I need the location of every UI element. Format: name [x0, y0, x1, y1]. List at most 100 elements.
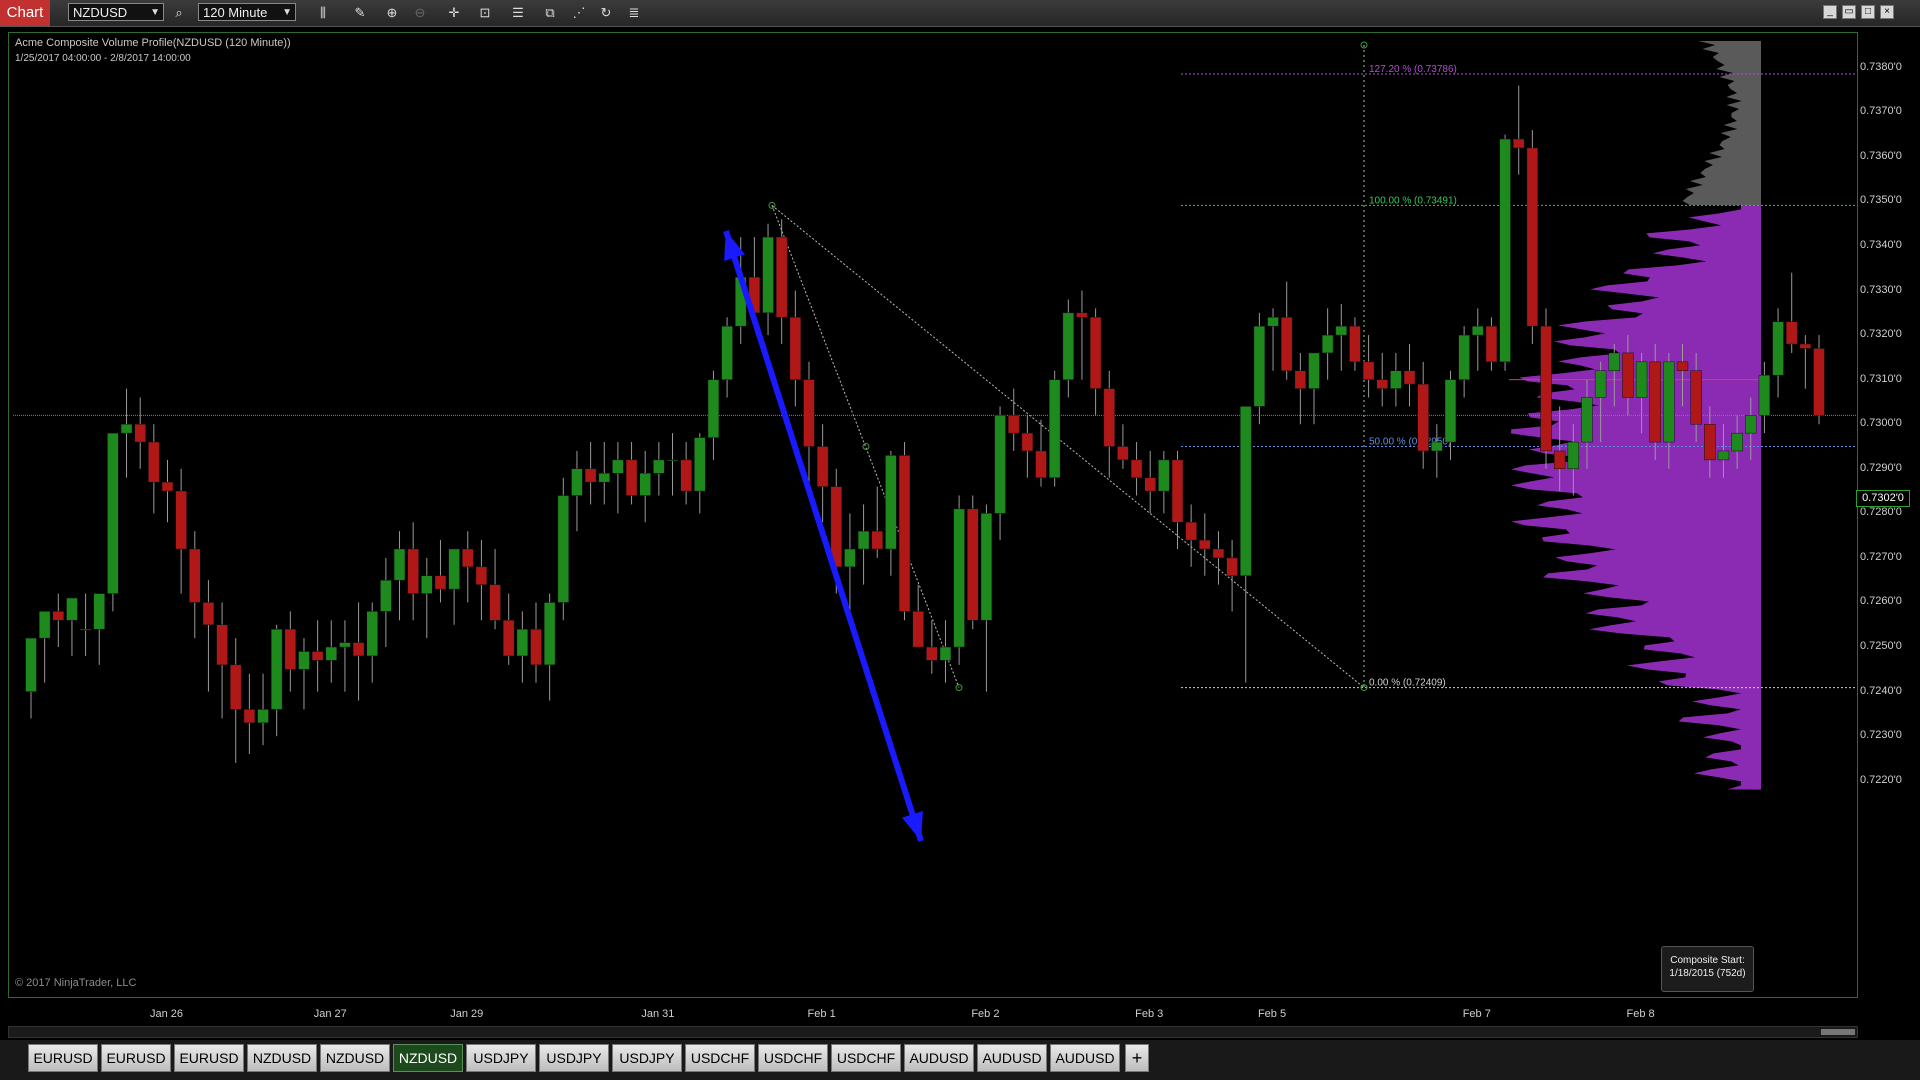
candle-up	[1717, 450, 1730, 461]
candle-up	[339, 642, 351, 648]
volume-profile	[1511, 205, 1761, 790]
instrument-tab[interactable]: EURUSD	[174, 1044, 244, 1072]
time-axis-label: Feb 7	[1462, 1008, 1491, 1020]
price-axis-label: 0.7370'0	[1860, 105, 1902, 118]
candle-up	[885, 455, 897, 550]
candle-down	[1117, 446, 1129, 461]
fib-level-label: 127.20 % (0.73786)	[1369, 64, 1457, 75]
candle-down	[1622, 352, 1634, 398]
candle-up	[1472, 325, 1484, 336]
instrument-tab[interactable]: USDCHF	[831, 1044, 901, 1072]
candle-down	[1199, 539, 1211, 550]
data-box-icon[interactable]: ⊡	[475, 4, 495, 22]
properties-icon[interactable]: ☰	[508, 4, 528, 22]
zoom-in-icon[interactable]: ⊕	[382, 4, 402, 22]
chart-scrollbar[interactable]	[8, 1026, 1858, 1038]
candle-up	[1048, 379, 1061, 478]
instrument-tab[interactable]: USDCHF	[685, 1044, 755, 1072]
interval-select[interactable]: 120 Minute ▼	[198, 3, 296, 21]
candle-up	[1745, 415, 1757, 434]
candle-down	[352, 642, 365, 657]
search-icon[interactable]: ⌕	[169, 4, 189, 22]
price-axis-label: 0.7330'0	[1860, 283, 1902, 296]
candle-down	[161, 481, 174, 492]
instrument-tab[interactable]: AUDUSD	[977, 1044, 1047, 1072]
price-axis-label: 0.7310'0	[1860, 372, 1902, 385]
minimize-icon[interactable]: _	[1823, 5, 1837, 19]
candle-up	[1758, 374, 1771, 416]
chart-canvas[interactable]: 127.20 % (0.73786)100.00 % (0.73491)50.0…	[9, 33, 1857, 997]
instrument-tab[interactable]: NZDUSD	[393, 1044, 463, 1072]
strategies-icon[interactable]: ⧉	[540, 4, 560, 22]
candle-down	[189, 548, 201, 603]
candle-up	[1431, 441, 1443, 452]
candle-down	[967, 508, 979, 621]
add-tab-button[interactable]: +	[1125, 1044, 1149, 1072]
instrument-tab[interactable]: EURUSD	[28, 1044, 98, 1072]
candle-up	[1594, 370, 1607, 398]
last-price-marker: 0.7302'0	[1856, 490, 1910, 507]
indicators-icon[interactable]: ⋰	[569, 4, 589, 22]
instrument-tab[interactable]: USDCHF	[758, 1044, 828, 1072]
zoom-out-icon[interactable]: ⊖	[410, 4, 430, 22]
candle-up	[1581, 397, 1593, 443]
chart-panel[interactable]: 127.20 % (0.73786) 100.00 % (0.73491) 50.0…	[8, 32, 1858, 998]
candle-down	[230, 664, 242, 710]
volume-profile-upper	[1682, 41, 1761, 206]
candle-up	[1663, 361, 1675, 443]
price-axis-label: 0.7270'0	[1860, 550, 1902, 563]
candle-up	[93, 593, 105, 630]
bar-type-icon[interactable]: ⫼	[313, 4, 333, 22]
instrument-value: NZDUSD	[73, 5, 128, 20]
time-axis-label: Jan 27	[313, 1008, 347, 1020]
candle-up	[1608, 352, 1620, 372]
price-axis-label: 0.7260'0	[1860, 595, 1902, 608]
instrument-tab[interactable]: NZDUSD	[320, 1044, 390, 1072]
price-axis-label: 0.7220'0	[1860, 773, 1902, 786]
candle-down	[1171, 459, 1184, 523]
candle-up	[557, 495, 570, 603]
maximize-icon[interactable]: □	[1861, 5, 1875, 19]
candle-up	[1308, 352, 1320, 389]
instrument-tab[interactable]: EURUSD	[101, 1044, 171, 1072]
candle-down	[311, 651, 324, 661]
restore-icon[interactable]: ▭	[1842, 5, 1856, 19]
instrument-tab[interactable]: AUDUSD	[1050, 1044, 1120, 1072]
fib-level-label: 100.00 % (0.73491)	[1369, 195, 1457, 206]
composite-start-tooltip: Composite Start: 1/18/2015 (752d)	[1661, 946, 1754, 992]
price-axis-label: 0.7240'0	[1860, 684, 1902, 697]
candle-up	[857, 530, 870, 550]
candle-up	[25, 637, 37, 692]
instrument-tab[interactable]: USDJPY	[466, 1044, 536, 1072]
candle-up	[516, 628, 529, 657]
candle-down	[680, 459, 692, 492]
candle-down	[1349, 325, 1361, 363]
pencil-icon[interactable]: ✎	[350, 4, 370, 22]
candle-up	[653, 459, 665, 474]
price-axis-label: 0.7280'0	[1860, 506, 1902, 519]
instrument-tab[interactable]: USDJPY	[539, 1044, 609, 1072]
candle-down	[1540, 325, 1552, 452]
candle-down	[1185, 522, 1197, 541]
candle-down	[1799, 343, 1812, 349]
candle-up	[762, 236, 774, 314]
instrument-tab[interactable]: NZDUSD	[247, 1044, 317, 1072]
chart-date-range: 1/25/2017 04:00:00 - 2/8/2017 14:00:00	[15, 53, 191, 64]
close-icon[interactable]: ×	[1880, 5, 1894, 19]
candle-down	[871, 530, 883, 550]
instrument-tab[interactable]: USDJPY	[612, 1044, 682, 1072]
price-axis-label: 0.7300'0	[1860, 417, 1902, 430]
candle-down	[52, 611, 65, 621]
candle-down	[1103, 388, 1115, 447]
candle-up	[66, 597, 78, 621]
refresh-icon[interactable]: ↻	[596, 4, 616, 22]
crosshair-icon[interactable]: ✛	[444, 4, 464, 22]
chart-title: Acme Composite Volume Profile(NZDUSD (12…	[15, 37, 291, 49]
candle-down	[202, 602, 215, 626]
chevron-down-icon: ▼	[282, 7, 292, 18]
instrument-tab[interactable]: AUDUSD	[904, 1044, 974, 1072]
list-icon[interactable]: ≣	[624, 4, 644, 22]
scrollbar-thumb[interactable]	[1821, 1029, 1855, 1035]
instrument-select[interactable]: NZDUSD ▼	[68, 3, 164, 21]
candle-up	[1499, 138, 1511, 363]
